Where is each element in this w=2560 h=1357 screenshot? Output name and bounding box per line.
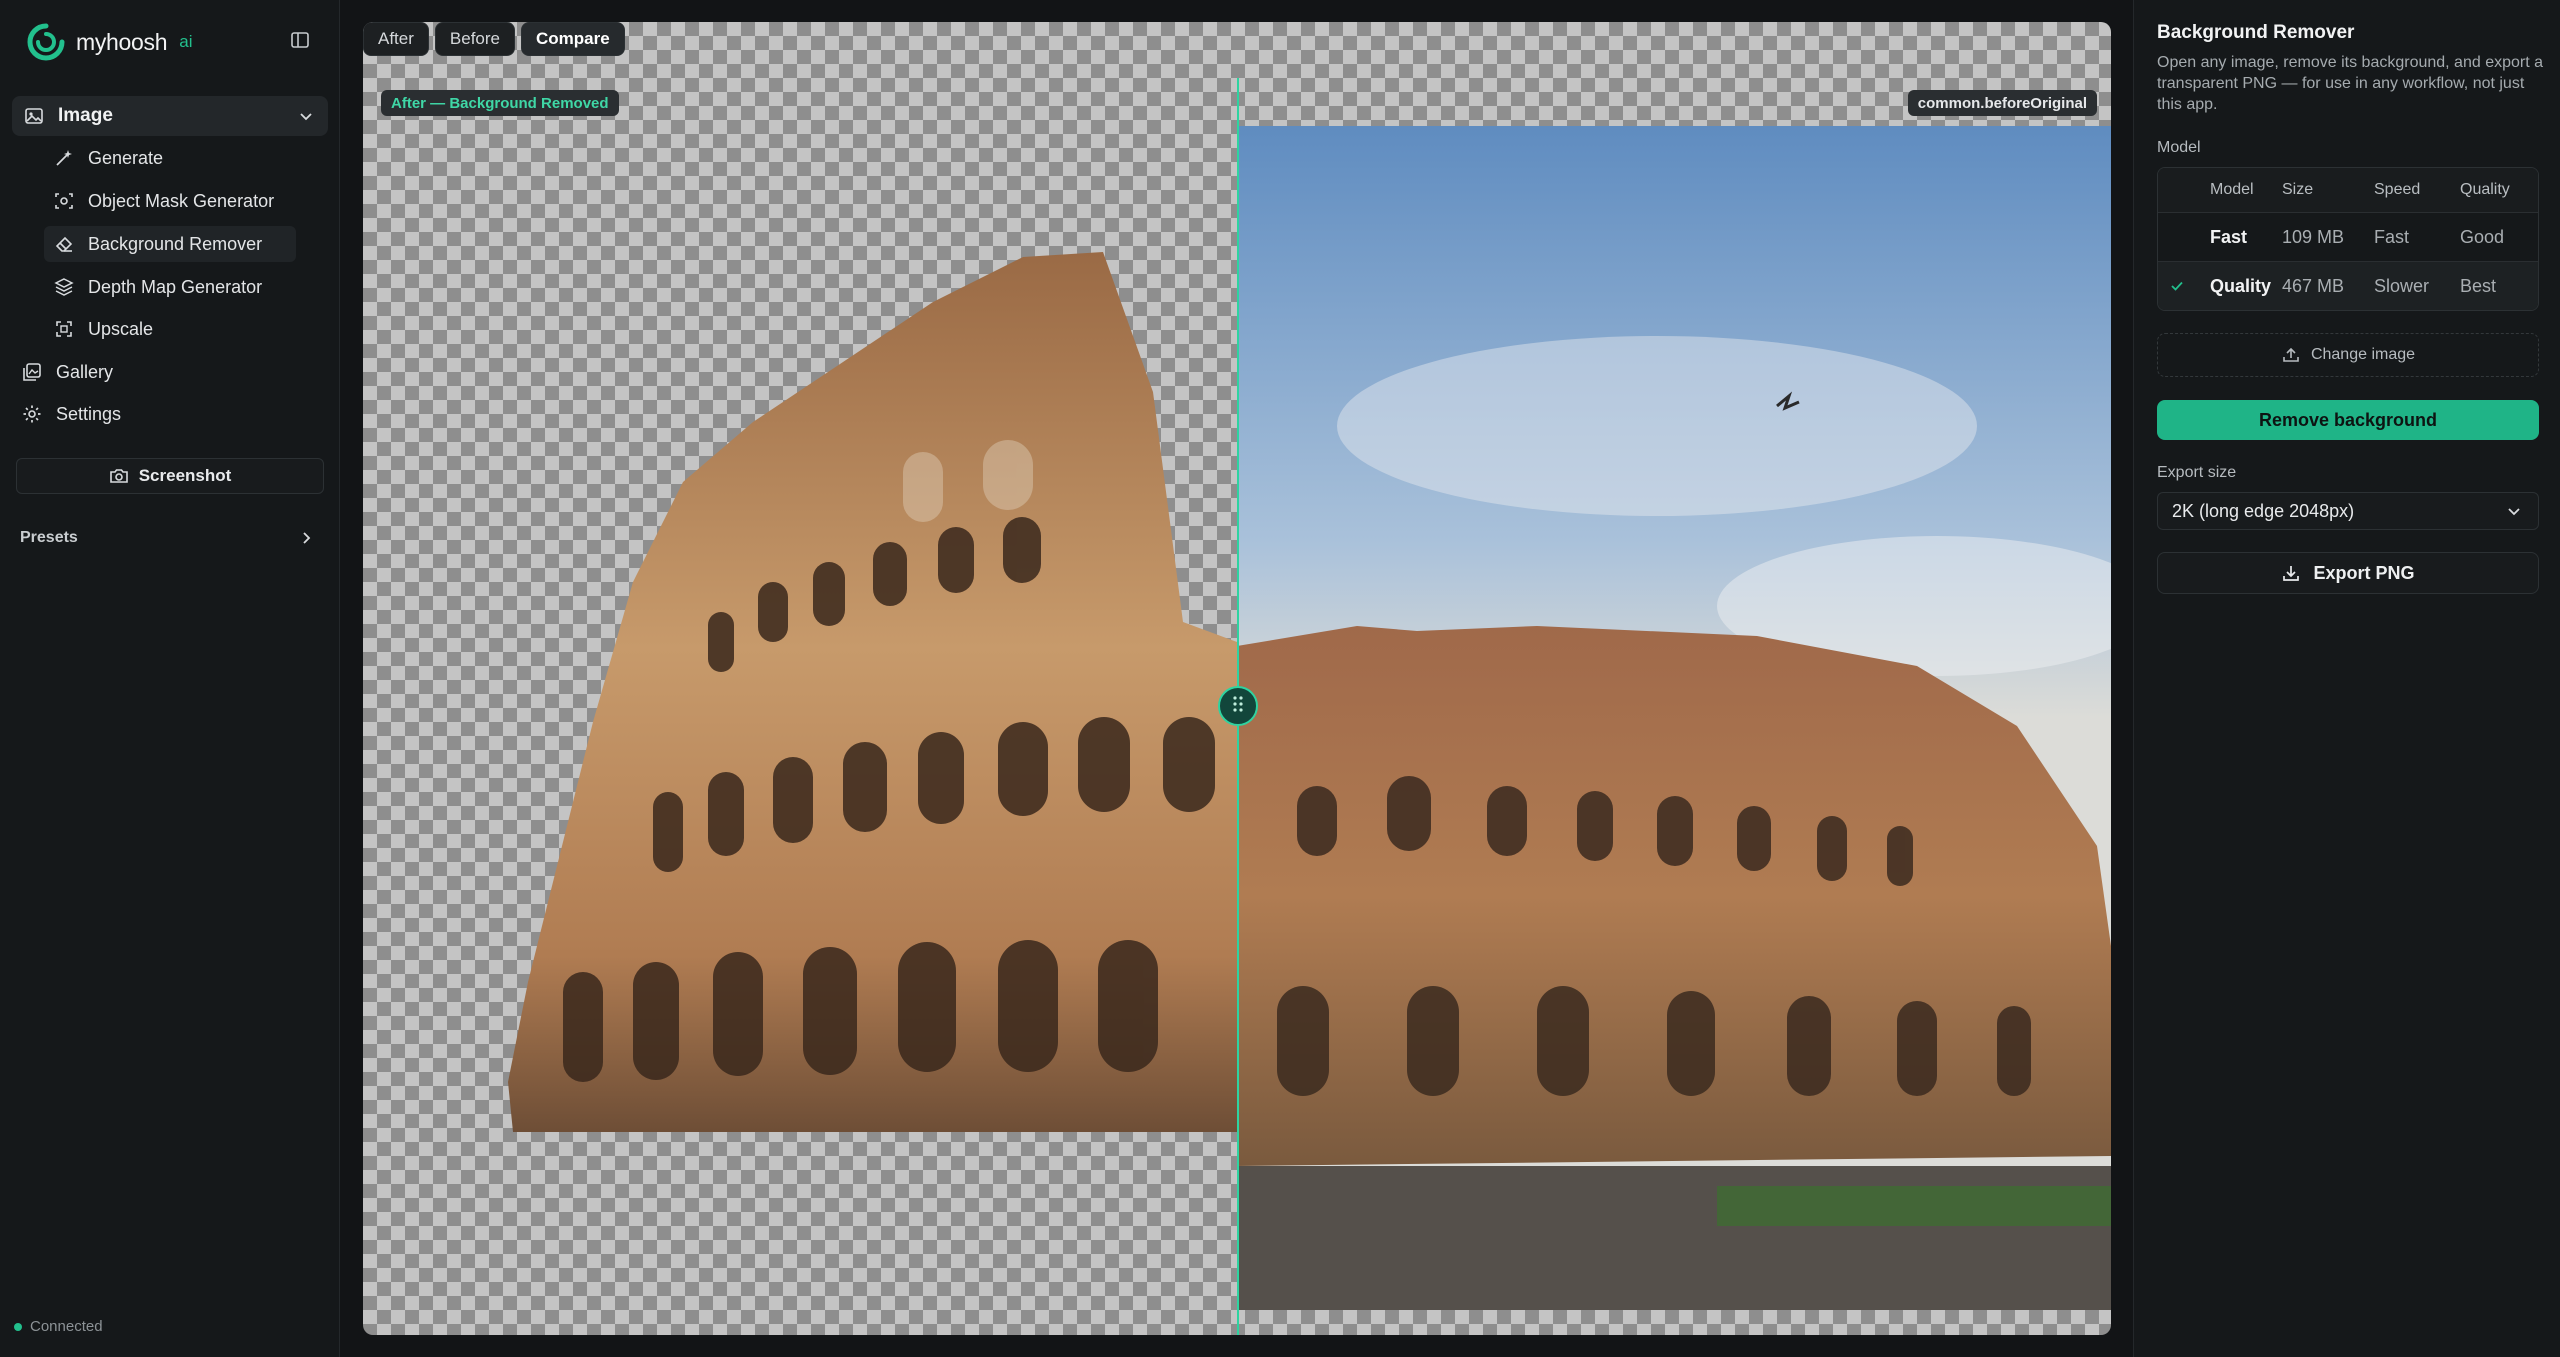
screenshot-label: Screenshot bbox=[138, 466, 232, 485]
model-quality: Best bbox=[2460, 275, 2497, 296]
brand[interactable]: myhoosh ai bbox=[26, 20, 192, 64]
after-image-label: After — Background Removed bbox=[381, 90, 619, 116]
model-speed: Fast bbox=[2374, 226, 2410, 247]
model-row-fast[interactable]: Fast 109 MB Fast Good bbox=[2158, 212, 2538, 261]
original-image bbox=[1237, 126, 2111, 1310]
status-label: Connected bbox=[30, 1318, 103, 1335]
sidebar-item-label: Settings bbox=[56, 403, 122, 424]
change-image-label: Change image bbox=[2310, 346, 2416, 363]
sidebar-item-depth-map-generator[interactable]: Depth Map Generator bbox=[44, 269, 296, 305]
model-table-header: Model Size Speed Quality bbox=[2158, 168, 2538, 212]
eraser-icon bbox=[54, 234, 74, 254]
scan-icon bbox=[54, 191, 74, 211]
view-mode-before-button[interactable]: Before bbox=[434, 22, 515, 56]
view-mode-label: After bbox=[378, 29, 414, 48]
sidebar-item-settings[interactable]: Settings bbox=[12, 396, 312, 432]
expand-icon bbox=[54, 319, 74, 339]
sidebar-toggle-icon bbox=[290, 30, 310, 55]
status-dot bbox=[14, 1322, 22, 1331]
model-size: 109 MB bbox=[2282, 226, 2345, 247]
after-label-text: After — Background Removed bbox=[391, 94, 609, 112]
view-mode-after-button[interactable]: After bbox=[363, 22, 429, 56]
brand-suffix: ai bbox=[179, 32, 193, 51]
screenshot-button[interactable]: Screenshot bbox=[16, 458, 324, 494]
export-png-label: Export PNG bbox=[2313, 562, 2415, 583]
export-png-button[interactable]: Export PNG bbox=[2157, 552, 2539, 594]
remove-background-button[interactable]: Remove background bbox=[2157, 400, 2539, 440]
presets-toggle[interactable]: Presets bbox=[12, 524, 324, 552]
upload-icon bbox=[2281, 345, 2301, 365]
sidebar-group-image[interactable]: Image bbox=[12, 96, 328, 136]
view-mode-switcher: After Before Compare bbox=[363, 22, 625, 56]
view-mode-label: Before bbox=[449, 29, 500, 48]
chevron-right-icon bbox=[296, 528, 316, 548]
model-name: Quality bbox=[2210, 275, 2272, 296]
before-label-text: common.beforeOriginal bbox=[1917, 94, 2087, 112]
export-size-label: Export size bbox=[2157, 464, 2237, 481]
column-header: Speed bbox=[2374, 181, 2421, 198]
export-size-select[interactable]: 2K (long edge 2048px) bbox=[2157, 492, 2539, 530]
gallery-icon bbox=[22, 362, 42, 382]
sidebar-group-label: Image bbox=[58, 105, 113, 126]
export-size-value: 2K (long edge 2048px) bbox=[2172, 500, 2355, 521]
layers-icon bbox=[54, 277, 74, 297]
column-header: Model bbox=[2210, 181, 2254, 198]
sidebar-item-label: Generate bbox=[88, 147, 164, 168]
sidebar-item-label: Background Remover bbox=[88, 233, 263, 254]
model-name: Fast bbox=[2210, 226, 2248, 247]
panel-title: Background Remover bbox=[2157, 22, 2355, 43]
sidebar-item-background-remover[interactable]: Background Remover bbox=[44, 226, 296, 262]
cutout-image bbox=[363, 22, 1237, 1335]
sidebar-item-generate[interactable]: Generate bbox=[44, 140, 296, 176]
sidebar-item-gallery[interactable]: Gallery bbox=[12, 354, 312, 390]
model-quality: Good bbox=[2460, 226, 2505, 247]
column-header: Quality bbox=[2460, 181, 2510, 198]
model-label: Model bbox=[2157, 139, 2201, 156]
connection-status: Connected bbox=[14, 1318, 103, 1335]
model-table: Model Size Speed Quality Fast 109 MB Fas… bbox=[2157, 167, 2539, 311]
check-icon bbox=[2158, 278, 2196, 294]
sidebar-item-label: Depth Map Generator bbox=[88, 276, 263, 297]
sidebar-toggle-button[interactable] bbox=[286, 28, 314, 56]
brand-name: myhoosh bbox=[76, 28, 168, 55]
presets-label: Presets bbox=[20, 529, 78, 546]
wand-icon bbox=[54, 148, 74, 168]
column-header: Size bbox=[2282, 181, 2314, 198]
drag-grip-icon bbox=[1231, 695, 1245, 718]
remove-background-label: Remove background bbox=[2258, 409, 2438, 430]
settings-panel: Background Remover Open any image, remov… bbox=[2133, 0, 2560, 1357]
split-handle[interactable] bbox=[1218, 686, 1258, 726]
sidebar-item-upscale[interactable]: Upscale bbox=[44, 311, 296, 347]
chevron-down-icon bbox=[296, 106, 316, 126]
sidebar-item-label: Upscale bbox=[88, 318, 154, 339]
change-image-button[interactable]: Change image bbox=[2157, 333, 2539, 377]
gear-icon bbox=[22, 404, 42, 424]
sidebar-item-object-mask-generator[interactable]: Object Mask Generator bbox=[44, 183, 296, 219]
view-mode-label: Compare bbox=[536, 29, 610, 48]
download-icon bbox=[2281, 563, 2301, 583]
sidebar: myhoosh ai Image Generate Object Mask Gen… bbox=[0, 0, 340, 1357]
image-icon bbox=[24, 106, 44, 126]
model-row-quality[interactable]: Quality 467 MB Slower Best bbox=[2158, 261, 2538, 310]
before-image-label: common.beforeOriginal bbox=[1907, 90, 2097, 116]
model-size: 467 MB bbox=[2282, 275, 2345, 296]
compare-canvas[interactable]: After — Background Removed common.before… bbox=[363, 22, 2111, 1335]
camera-icon bbox=[109, 466, 129, 486]
sidebar-item-label: Gallery bbox=[56, 361, 114, 382]
sidebar-item-label: Object Mask Generator bbox=[88, 190, 275, 211]
logo-icon bbox=[26, 22, 66, 62]
panel-description: Open any image, remove its background, a… bbox=[2157, 54, 2543, 113]
chevron-down-icon bbox=[2504, 501, 2524, 521]
model-speed: Slower bbox=[2374, 275, 2430, 296]
view-mode-compare-button[interactable]: Compare bbox=[521, 22, 625, 56]
